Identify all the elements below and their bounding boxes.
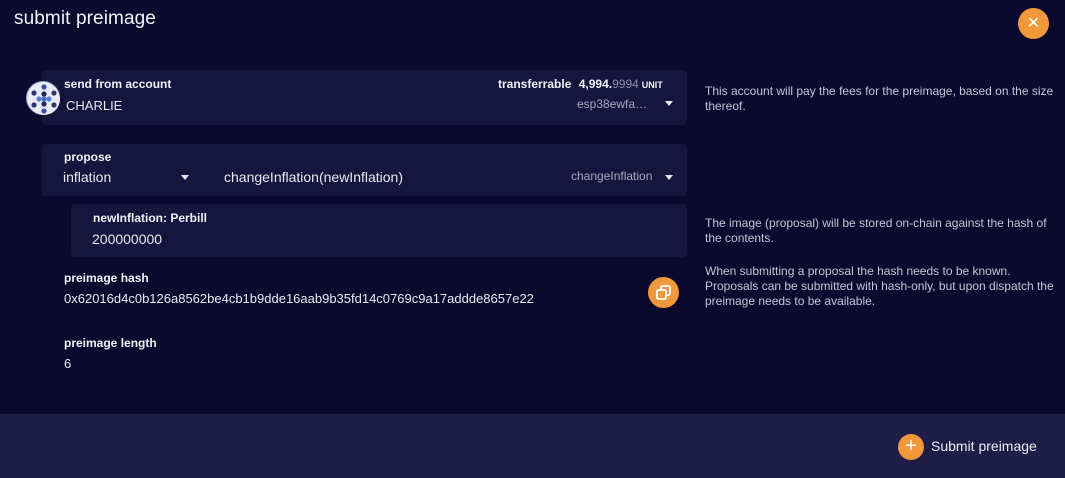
send-from-account-label: send from account (64, 77, 172, 91)
section-chevron-down-icon[interactable] (181, 175, 189, 180)
modal-title: submit preimage (14, 8, 156, 29)
param-input[interactable]: 200000000 (92, 231, 162, 247)
copy-button[interactable] (648, 277, 679, 308)
close-button[interactable]: ✕ (1018, 8, 1049, 39)
hash-help-text: When submitting a proposal the hash need… (705, 264, 1054, 308)
param-help-text: The image (proposal) will be stored on-c… (705, 216, 1047, 245)
close-icon: ✕ (1026, 15, 1041, 32)
method-select[interactable]: changeInflation(newInflation) (224, 169, 403, 185)
balance-integer: 4,994. (578, 77, 613, 91)
method-chevron-down-icon[interactable] (665, 175, 673, 180)
identicon-icon (28, 83, 60, 115)
balance-decimal: 9994 (612, 77, 639, 91)
preimage-length-label: preimage length (64, 336, 157, 350)
avatar (26, 81, 60, 115)
submit-preimage-label: Submit preimage (931, 438, 1037, 454)
submit-preimage-modal: submit preimage ✕ send from account CHAR… (0, 0, 1065, 478)
preimage-hash-value: 0x62016d4c0b126a8562be4cb1b9dde16aab9b35… (64, 291, 534, 306)
propose-label: propose (64, 150, 112, 164)
copy-icon (656, 285, 671, 300)
plus-icon: + (898, 434, 924, 460)
account-chevron-down-icon[interactable] (665, 101, 673, 106)
param-label: newInflation: Perbill (93, 211, 208, 225)
preimage-length-value: 6 (64, 356, 72, 371)
account-help-text: This account will pay the fees for the p… (705, 84, 1054, 113)
preimage-hash-label: preimage hash (64, 271, 149, 285)
account-name: CHARLIE (66, 98, 123, 113)
transferrable-balance: transferrable 4,994.9994 UNIT (498, 77, 663, 91)
section-select[interactable]: inflation (63, 169, 111, 185)
transferrable-label: transferrable (498, 77, 572, 91)
balance-unit: UNIT (641, 80, 663, 90)
method-name: changeInflation (571, 169, 653, 183)
account-address: esp38ewfa… (577, 97, 648, 111)
